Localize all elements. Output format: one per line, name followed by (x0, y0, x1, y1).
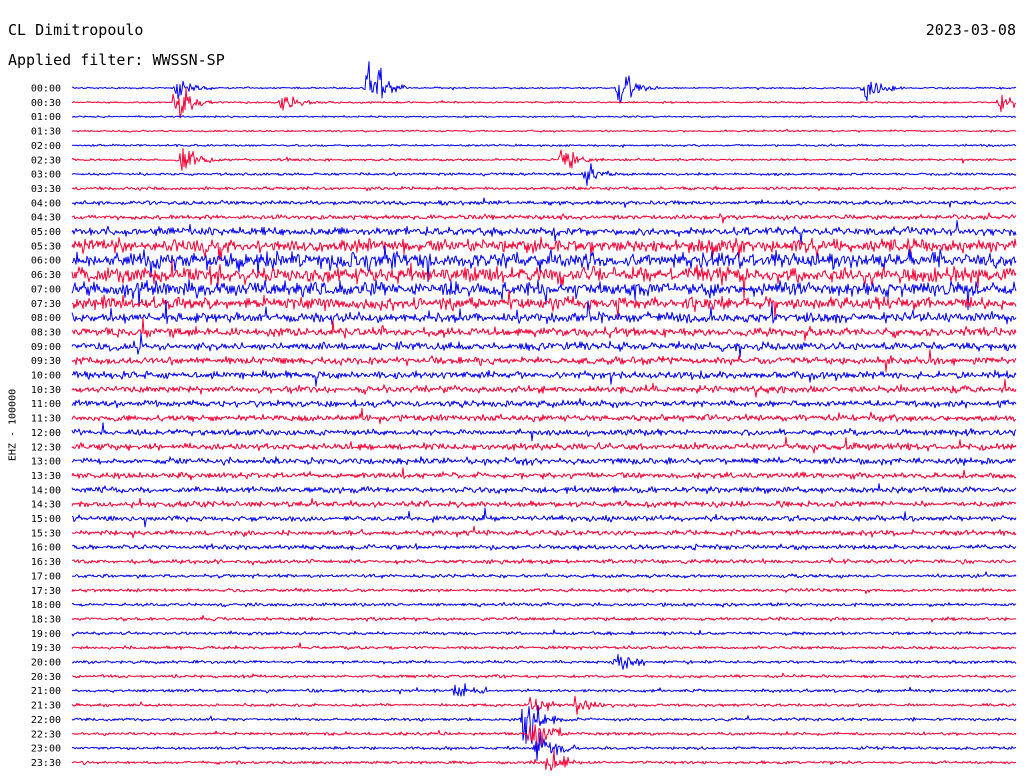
trace-row-1030 (71, 378, 1017, 398)
time-label-1700: 17:00 (31, 571, 61, 582)
time-label-2300: 23:00 (31, 744, 61, 755)
time-label-2100: 21:00 (31, 686, 61, 697)
trace-row-1900 (71, 629, 1017, 637)
time-label-1600: 16:00 (31, 543, 61, 554)
time-label-2200: 22:00 (31, 715, 61, 726)
trace-row-0130 (71, 128, 1016, 133)
time-label-1900: 19:00 (31, 629, 61, 640)
time-label-0930: 09:30 (31, 356, 61, 367)
trace-row-1830 (71, 615, 1017, 623)
trace-row-0200 (71, 143, 1017, 148)
time-label-0800: 08:00 (31, 313, 61, 324)
time-label-1030: 10:30 (31, 385, 61, 396)
time-label-1230: 12:30 (31, 442, 61, 453)
time-label-1330: 13:30 (31, 471, 61, 482)
time-label-0200: 02:00 (31, 141, 61, 152)
time-label-2000: 20:00 (31, 658, 61, 669)
time-label-1530: 15:30 (31, 528, 61, 539)
trace-row-2130 (71, 695, 1017, 715)
trace-row-1730 (71, 587, 1017, 595)
time-label-1100: 11:00 (31, 399, 61, 410)
time-label-2130: 21:30 (31, 701, 61, 712)
trace-row-0900 (71, 333, 1017, 358)
time-label-0900: 09:00 (31, 342, 61, 353)
time-label-0300: 03:00 (31, 170, 61, 181)
time-label-0230: 02:30 (31, 155, 61, 166)
trace-row-0400 (71, 197, 1017, 208)
time-label-1730: 17:30 (31, 586, 61, 597)
time-label-1200: 12:00 (31, 428, 61, 439)
time-label-0130: 01:30 (31, 127, 61, 138)
trace-row-1600 (71, 543, 1017, 551)
time-label-1800: 18:00 (31, 600, 61, 611)
trace-row-1130 (71, 407, 1017, 425)
trace-row-1100 (71, 397, 1017, 409)
trace-row-0230 (71, 147, 1017, 171)
trace-row-0000 (71, 61, 1017, 104)
time-label-2330: 23:30 (31, 758, 61, 769)
trace-row-2030 (71, 672, 1017, 679)
time-label-1000: 10:00 (31, 371, 61, 382)
time-label-0830: 08:30 (31, 327, 61, 338)
time-label-0030: 00:30 (31, 98, 61, 109)
trace-row-1230 (71, 436, 1017, 454)
trace-row-1930 (71, 642, 1017, 651)
trace-row-1200 (71, 422, 1017, 442)
trace-row-0730 (71, 289, 1017, 318)
trace-row-1000 (71, 369, 1017, 387)
trace-row-1430 (71, 497, 1017, 509)
time-label-0430: 04:30 (31, 213, 61, 224)
time-label-0400: 04:00 (31, 198, 61, 209)
time-label-0530: 05:30 (31, 241, 61, 252)
time-label-0700: 07:00 (31, 284, 61, 295)
time-label-1300: 13:00 (31, 457, 61, 468)
time-label-2030: 20:30 (31, 672, 61, 683)
trace-row-1330 (71, 467, 1017, 481)
time-label-1400: 14:00 (31, 485, 61, 496)
trace-row-2330 (71, 749, 1017, 771)
trace-row-0830 (71, 317, 1017, 341)
time-label-0600: 06:00 (31, 256, 61, 267)
time-label-1930: 19:30 (31, 643, 61, 654)
time-label-2230: 22:30 (31, 729, 61, 740)
trace-row-0100 (71, 115, 1017, 119)
time-label-1430: 14:30 (31, 500, 61, 511)
time-label-0630: 06:30 (31, 270, 61, 281)
time-label-0730: 07:30 (31, 299, 61, 310)
trace-row-2100 (71, 683, 1017, 697)
trace-row-1700 (71, 571, 1017, 579)
trace-row-1530 (71, 525, 1017, 539)
time-label-0100: 01:00 (31, 112, 61, 123)
time-label-layer: 00:00 00:30 01:00 01:30 02:00 02:30 03:00 03:30… (31, 84, 61, 769)
trace-row-0430 (71, 212, 1017, 224)
time-label-1830: 18:30 (31, 614, 61, 625)
trace-row-2200 (71, 705, 1017, 745)
trace-row-0300 (71, 163, 1017, 186)
trace-row-0330 (71, 185, 1017, 192)
seismogram-chart: 00:00 00:30 01:00 01:30 02:00 02:30 03:00 03:30… (31, 61, 1017, 771)
trace-row-0500 (71, 220, 1017, 245)
trace-row-2000 (71, 654, 1017, 670)
trace-row-1630 (72, 557, 1017, 566)
time-label-1500: 15:00 (31, 514, 61, 525)
trace-layer (71, 61, 1017, 771)
time-label-1630: 16:30 (31, 557, 61, 568)
trace-row-1300 (71, 456, 1017, 466)
time-label-0330: 03:30 (31, 184, 61, 195)
trace-row-1400 (71, 483, 1017, 495)
trace-row-1800 (71, 601, 1017, 608)
time-label-1130: 11:30 (31, 414, 61, 425)
time-label-0500: 05:00 (31, 227, 61, 238)
trace-row-0930 (71, 349, 1017, 373)
helicorder-page: CL Dimitropoulo 2023-03-08 Applied filte… (0, 0, 1024, 780)
trace-row-2300 (71, 731, 1016, 761)
trace-row-1500 (71, 507, 1017, 528)
time-label-0000: 00:00 (31, 84, 61, 95)
